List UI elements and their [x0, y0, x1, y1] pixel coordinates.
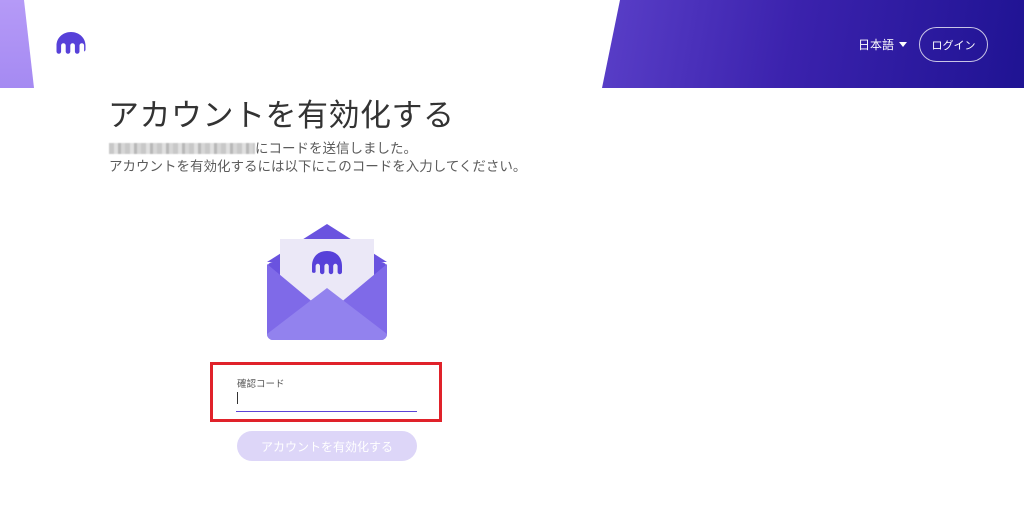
- code-field-label: 確認コード: [237, 379, 285, 390]
- instruction-text: アカウントを有効化するには以下にこのコードを入力してください。: [109, 159, 527, 175]
- header-left-band: [0, 0, 34, 88]
- envelope-icon: [267, 224, 387, 340]
- language-selector[interactable]: 日本語: [858, 34, 908, 54]
- logo-icon[interactable]: [55, 31, 87, 55]
- activate-account-button[interactable]: アカウントを有効化する: [237, 431, 417, 461]
- description: にコードを送信しました。 アカウントを有効化するには以下にこのコードを入力してく…: [109, 140, 559, 176]
- caret-down-icon: [899, 41, 908, 47]
- page-title: アカウントを有効化する: [108, 98, 455, 134]
- masked-email: [109, 143, 255, 154]
- sent-text: にコードを送信しました。: [255, 141, 417, 157]
- login-button[interactable]: ログイン: [919, 27, 988, 62]
- verification-code-input[interactable]: [236, 390, 417, 412]
- text-cursor: [237, 392, 238, 404]
- language-label: 日本語: [858, 37, 895, 52]
